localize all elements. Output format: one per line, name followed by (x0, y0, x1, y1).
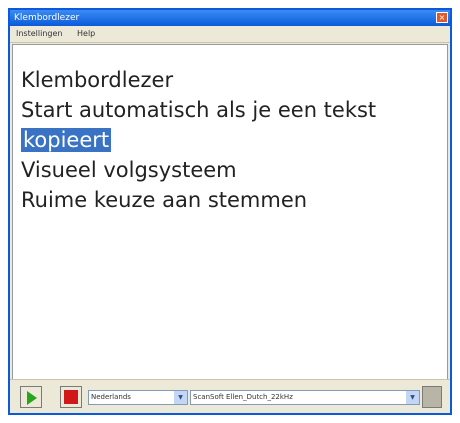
text-line: Visueel volgsysteem (21, 158, 237, 182)
text-line: Klembordlezer (21, 68, 174, 92)
voice-select[interactable]: ScanSoft Ellen_Dutch_22kHz ▼ (190, 390, 420, 405)
selected-text: kopieert (21, 128, 112, 152)
title-bar[interactable]: Klembordlezer × (10, 10, 450, 26)
close-button[interactable]: × (436, 12, 448, 23)
chevron-down-icon[interactable]: ▼ (406, 391, 419, 404)
app-window: Klembordlezer × Instellingen Help Klembo… (8, 8, 452, 415)
menu-item-settings[interactable]: Instellingen (10, 26, 68, 42)
text-line: Ruime keuze aan stemmen (21, 188, 308, 212)
language-select-value: Nederlands (91, 393, 131, 401)
menu-bar: Instellingen Help (10, 26, 450, 43)
menu-item-help[interactable]: Help (71, 26, 101, 42)
control-bar: Nederlands ▼ ScanSoft Ellen_Dutch_22kHz … (10, 379, 450, 413)
play-button[interactable] (20, 386, 42, 408)
language-select[interactable]: Nederlands ▼ (88, 390, 188, 405)
resize-grip[interactable] (422, 386, 442, 408)
voice-select-value: ScanSoft Ellen_Dutch_22kHz (193, 393, 293, 401)
window-title: Klembordlezer (14, 13, 80, 23)
text-line-selected: kopieert (21, 125, 447, 155)
text-area[interactable]: Klembordlezer Start automatisch als je e… (12, 44, 448, 384)
stop-button[interactable] (60, 386, 82, 408)
chevron-down-icon[interactable]: ▼ (174, 391, 187, 404)
text-line: Start automatisch als je een tekst (21, 98, 377, 122)
